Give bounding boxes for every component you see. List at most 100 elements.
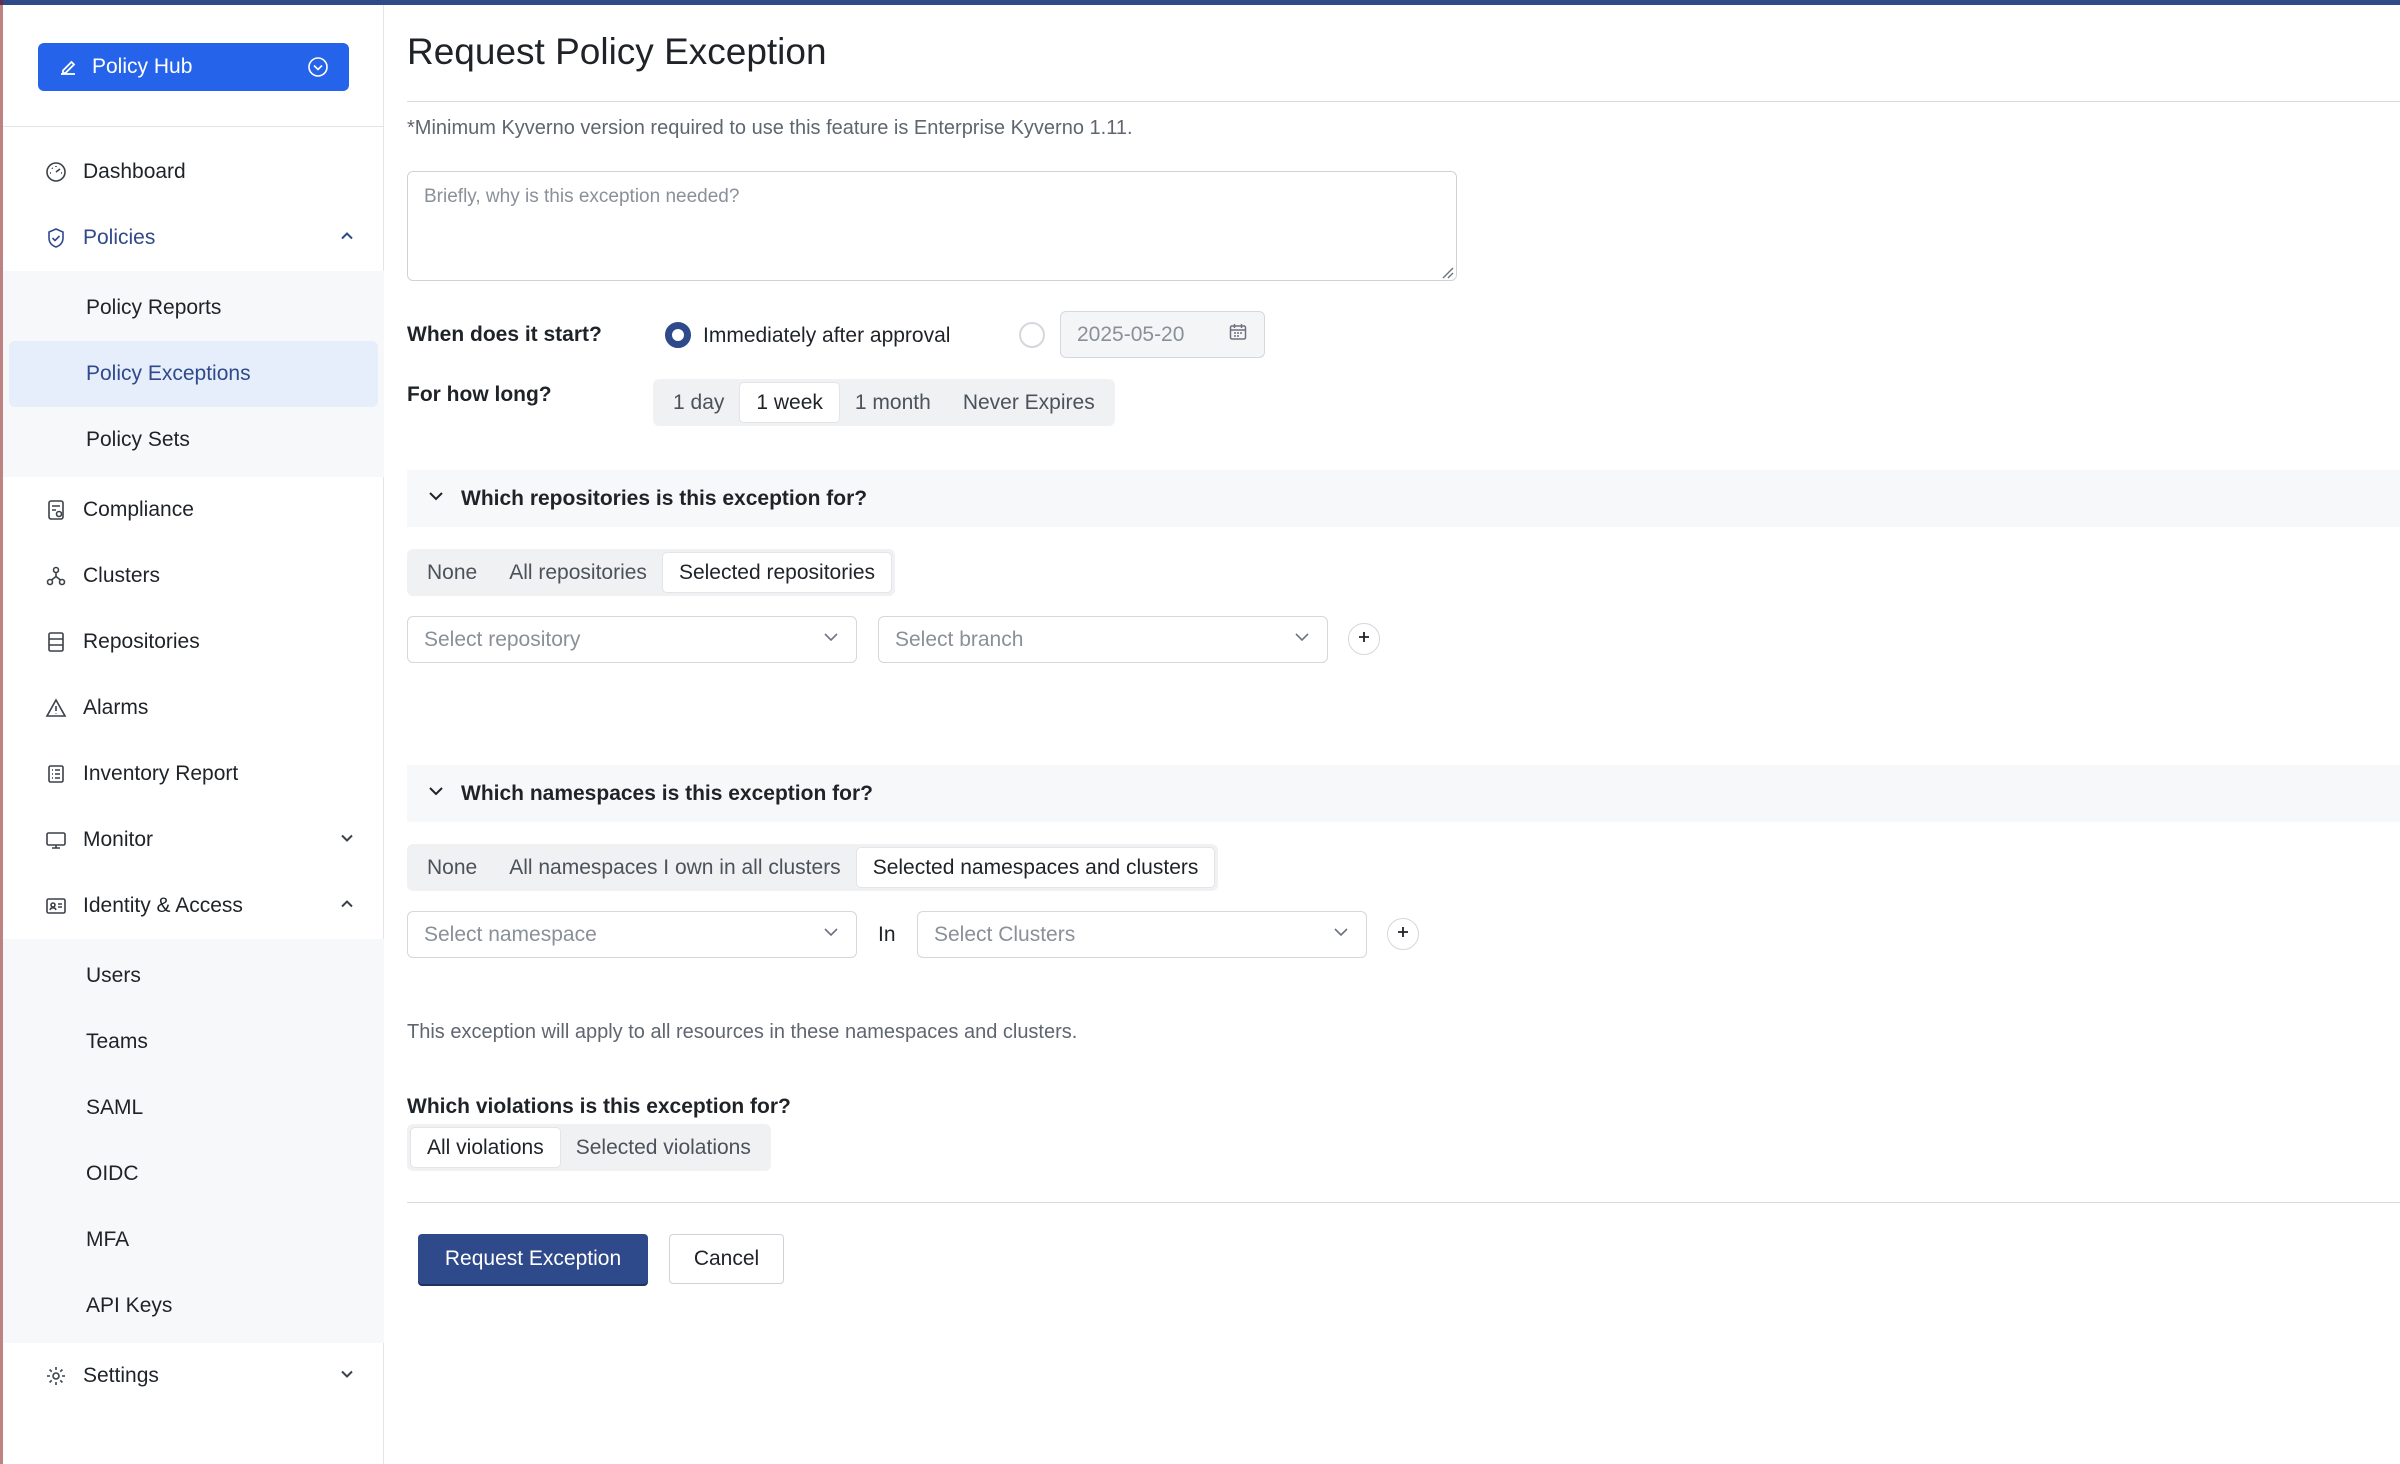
repositories-section-title: Which repositories is this exception for… (461, 486, 868, 510)
policies-submenu: Policy Reports Policy Exceptions Policy … (3, 271, 384, 477)
sidebar-item-clusters[interactable]: Clusters (3, 543, 384, 609)
sidebar-item-alarms[interactable]: Alarms (3, 675, 384, 741)
sidebar-item-saml[interactable]: SAML (9, 1075, 378, 1141)
sidebar-item-label: Compliance (83, 498, 194, 521)
sidebar-item-policy-reports[interactable]: Policy Reports (9, 275, 378, 341)
reason-textarea[interactable] (407, 171, 1457, 281)
sidebar-item-users[interactable]: Users (9, 943, 378, 1009)
sidebar-header: Policy Hub (3, 5, 384, 127)
namespaces-option-all-owned[interactable]: All namespaces I own in all clusters (493, 848, 856, 887)
policy-hub-button[interactable]: Policy Hub (38, 43, 349, 91)
id-card-icon (43, 893, 69, 919)
sidebar-item-policy-exceptions[interactable]: Policy Exceptions (9, 341, 378, 407)
duration-segmented-control: 1 day 1 week 1 month Never Expires (653, 379, 1115, 426)
chevron-up-icon[interactable] (338, 227, 356, 251)
chevron-down-icon (1293, 628, 1311, 652)
chevron-down-icon (1332, 923, 1350, 947)
chevron-up-icon[interactable] (338, 895, 356, 919)
shield-check-icon (43, 225, 69, 251)
clusters-select[interactable]: Select Clusters (917, 911, 1367, 958)
duration-option-1-week[interactable]: 1 week (740, 383, 839, 422)
namespaces-section-title: Which namespaces is this exception for? (461, 781, 873, 805)
namespaces-section-header[interactable]: Which namespaces is this exception for? (407, 765, 2400, 822)
add-namespace-button[interactable] (1387, 918, 1419, 950)
sidebar-item-dashboard[interactable]: Dashboard (3, 139, 384, 205)
sidebar-item-policy-sets[interactable]: Policy Sets (9, 407, 378, 473)
start-label: When does it start? (407, 323, 602, 346)
compliance-icon (43, 497, 69, 523)
namespaces-segmented-control: None All namespaces I own in all cluster… (407, 844, 1219, 891)
chevron-down-icon (822, 923, 840, 947)
sidebar-item-label: Inventory Report (83, 762, 239, 785)
namespace-select-placeholder: Select namespace (424, 922, 597, 946)
sidebar-item-identity-access[interactable]: Identity & Access (3, 873, 384, 939)
branch-select-placeholder: Select branch (895, 627, 1024, 651)
plus-icon (1357, 630, 1371, 649)
main-content: Request Policy Exception *Minimum Kyvern… (385, 5, 2400, 1464)
clusters-select-placeholder: Select Clusters (934, 922, 1076, 946)
sidebar-item-repositories[interactable]: Repositories (3, 609, 384, 675)
start-immediate-radio[interactable] (665, 322, 691, 348)
sidebar-item-label: Policies (83, 226, 156, 249)
start-date-value: 2025-05-20 (1077, 322, 1185, 346)
sidebar-item-inventory-report[interactable]: Inventory Report (3, 741, 384, 807)
start-date-radio[interactable] (1019, 322, 1045, 348)
sidebar-item-label: Settings (83, 1364, 159, 1387)
duration-label: For how long? (407, 383, 552, 406)
sidebar-item-oidc[interactable]: OIDC (9, 1141, 378, 1207)
add-repository-button[interactable] (1348, 623, 1380, 655)
sidebar-item-policies[interactable]: Policies (3, 205, 384, 271)
repository-select-placeholder: Select repository (424, 627, 581, 651)
repositories-option-none[interactable]: None (411, 553, 493, 592)
edit-icon (58, 57, 78, 77)
sidebar-item-mfa[interactable]: MFA (9, 1207, 378, 1273)
chevron-down-icon (427, 782, 445, 805)
sidebar-item-label: Clusters (83, 564, 161, 587)
violations-option-all[interactable]: All violations (411, 1128, 560, 1167)
sidebar-item-label: Dashboard (83, 160, 186, 183)
sidebar-item-teams[interactable]: Teams (9, 1009, 378, 1075)
cancel-button[interactable]: Cancel (669, 1234, 784, 1284)
repositories-section-header[interactable]: Which repositories is this exception for… (407, 470, 2400, 527)
sidebar-nav: Dashboard Policies Policy Reports Policy… (3, 127, 384, 1409)
in-label: In (878, 923, 896, 946)
repositories-segmented-control: None All repositories Selected repositor… (407, 549, 896, 596)
calendar-icon[interactable] (1228, 322, 1248, 348)
sidebar-item-label: Identity & Access (83, 894, 243, 917)
repository-select[interactable]: Select repository (407, 616, 857, 663)
repositories-option-all[interactable]: All repositories (493, 553, 663, 592)
sidebar-item-compliance[interactable]: Compliance (3, 477, 384, 543)
duration-option-never-expires[interactable]: Never Expires (947, 383, 1111, 422)
sidebar-item-monitor[interactable]: Monitor (3, 807, 384, 873)
duration-option-1-day[interactable]: 1 day (657, 383, 740, 422)
duration-option-1-month[interactable]: 1 month (839, 383, 947, 422)
monitor-icon (43, 827, 69, 853)
sidebar-item-api-keys[interactable]: API Keys (9, 1273, 378, 1339)
branch-select[interactable]: Select branch (878, 616, 1328, 663)
identity-access-submenu: Users Teams SAML OIDC MFA API Keys (3, 939, 384, 1343)
namespaces-helper-text: This exception will apply to all resourc… (407, 1021, 1078, 1043)
chevron-down-icon (822, 628, 840, 652)
chevron-down-icon (427, 487, 445, 510)
start-date-field[interactable]: 2025-05-20 (1060, 311, 1265, 358)
warning-triangle-icon (43, 695, 69, 721)
chevron-down-icon[interactable] (338, 829, 356, 853)
version-note: *Minimum Kyverno version required to use… (407, 117, 1133, 139)
sidebar-item-settings[interactable]: Settings (3, 1343, 384, 1409)
sidebar-item-label: Alarms (83, 696, 149, 719)
chevron-down-icon[interactable] (338, 1365, 356, 1389)
start-immediate-label: Immediately after approval (703, 324, 951, 347)
request-exception-button[interactable]: Request Exception (418, 1234, 648, 1284)
policy-hub-label: Policy Hub (92, 55, 193, 78)
violations-segmented-control: All violations Selected violations (407, 1124, 771, 1171)
repositories-option-selected[interactable]: Selected repositories (662, 553, 892, 592)
namespace-select[interactable]: Select namespace (407, 911, 857, 958)
namespaces-option-none[interactable]: None (411, 848, 493, 887)
chevron-circle-icon (307, 56, 329, 78)
violations-option-selected[interactable]: Selected violations (560, 1128, 767, 1167)
namespaces-option-selected[interactable]: Selected namespaces and clusters (856, 848, 1215, 887)
page-title: Request Policy Exception (407, 31, 827, 72)
repository-icon (43, 629, 69, 655)
violations-label: Which violations is this exception for? (407, 1095, 791, 1118)
resize-grip-icon[interactable] (1440, 265, 1454, 279)
